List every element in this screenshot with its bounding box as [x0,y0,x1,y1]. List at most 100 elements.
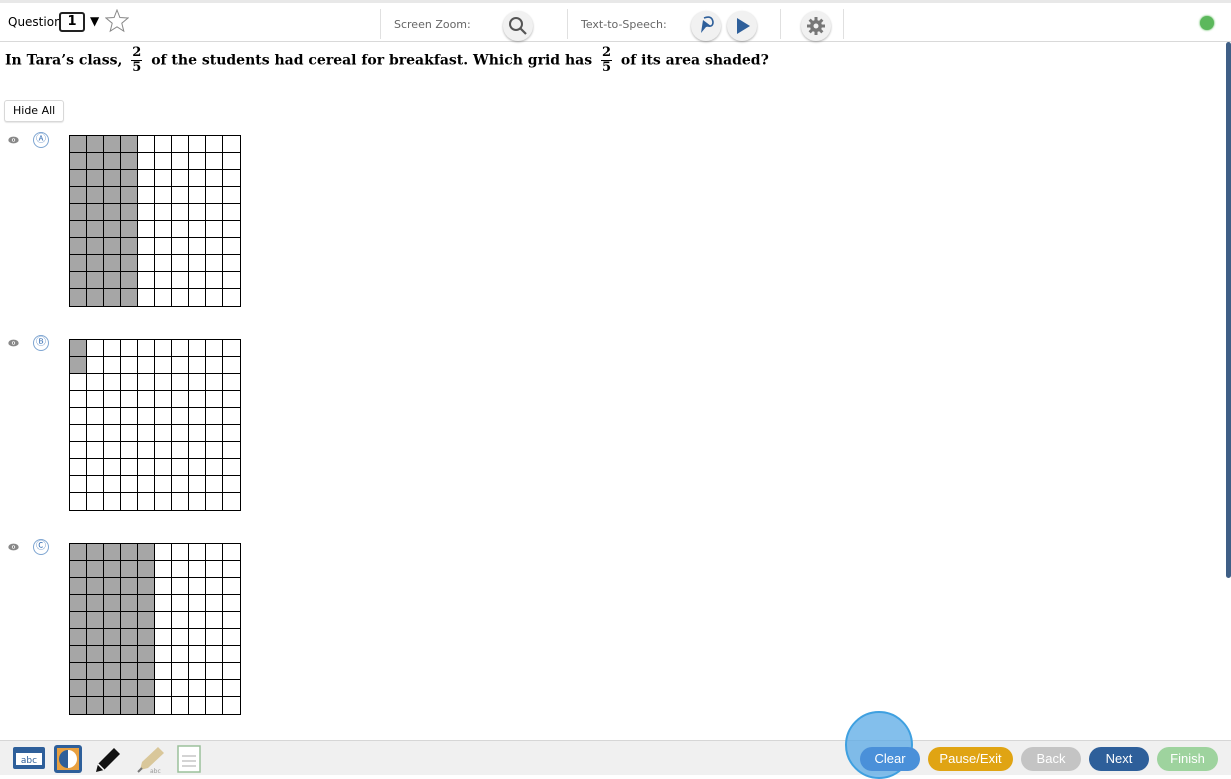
dictionary-abc-icon[interactable]: abc [12,744,46,772]
color-contrast-icon[interactable] [53,744,83,774]
grid-cell [206,595,223,612]
grid-cell [104,459,121,476]
eye-icon[interactable] [8,543,19,551]
grid-cell [206,272,223,289]
grid-cell [223,340,240,357]
grid-cell [70,578,87,595]
grid-cell [87,697,104,714]
option-b-grid[interactable] [69,339,241,511]
finish-button[interactable]: Finish [1157,747,1218,771]
grid-cell [70,442,87,459]
grid-cell [87,680,104,697]
grid-cell [70,221,87,238]
grid-cell [104,408,121,425]
grid-cell [138,136,155,153]
grid-cell [104,187,121,204]
question-label: Question [8,15,62,29]
grid-cell [121,153,138,170]
tts-play-button[interactable] [727,11,757,41]
grid-cell [155,272,172,289]
scrollbar[interactable] [1226,42,1231,578]
fraction-numerator: 2 [131,45,143,61]
grid-cell [189,476,206,493]
tts-select-button[interactable] [691,11,721,41]
top-toolbar: Question 1 ▼ Screen Zoom: Text-to-Speech… [0,0,1231,42]
eye-icon[interactable] [8,339,19,347]
grid-cell [70,595,87,612]
notepad-icon[interactable] [176,744,204,774]
grid-cell [155,374,172,391]
grid-cell [121,476,138,493]
grid-cell [172,272,189,289]
grid-cell [87,272,104,289]
grid-cell [206,238,223,255]
back-button[interactable]: Back [1021,747,1081,771]
grid-cell [87,255,104,272]
hide-all-button[interactable]: Hide All [4,100,65,122]
grid-cell [104,340,121,357]
grid-cell [223,170,240,187]
grid-cell [172,255,189,272]
option-b-letter[interactable]: Ⓑ [33,335,49,351]
grid-cell [70,697,87,714]
zoom-button[interactable] [503,11,533,41]
question-number-box[interactable]: 1 [59,12,85,32]
grid-cell [189,238,206,255]
settings-button[interactable] [801,11,831,41]
grid-cell [189,578,206,595]
grid-cell [206,255,223,272]
grid-cell [70,408,87,425]
question-part-3: of its area shaded? [620,52,769,69]
grid-cell [87,629,104,646]
grid-cell [70,459,87,476]
eye-icon[interactable] [8,136,19,144]
option-a-grid[interactable] [69,135,241,307]
grid-cell [223,357,240,374]
grid-cell [172,221,189,238]
grid-cell [172,629,189,646]
pause-exit-button[interactable]: Pause/Exit [928,747,1013,771]
grid-cell [172,357,189,374]
next-button[interactable]: Next [1089,747,1149,771]
star-icon[interactable] [105,9,129,33]
grid-cell [70,680,87,697]
option-c-grid[interactable] [69,543,241,715]
option-c-letter[interactable]: Ⓒ [33,539,49,555]
grid-cell [87,459,104,476]
highlighter-icon[interactable]: abc [134,744,168,774]
grid-cell [206,408,223,425]
grid-cell [223,255,240,272]
grid-cell [189,561,206,578]
grid-cell [87,408,104,425]
grid-cell [206,646,223,663]
question-dropdown-arrow-icon[interactable]: ▼ [90,14,99,28]
grid-cell [155,357,172,374]
grid-cell [104,663,121,680]
fraction-numerator: 2 [600,45,613,61]
option-a-letter[interactable]: Ⓐ [33,132,49,148]
grid-cell [189,697,206,714]
grid-cell [121,238,138,255]
grid-cell [138,408,155,425]
grid-cell [223,221,240,238]
grid-cell [223,493,240,510]
grid-cell [206,663,223,680]
clear-button[interactable]: Clear [860,747,920,771]
grid-cell [223,238,240,255]
grid-cell [206,629,223,646]
grid-cell [87,646,104,663]
grid-cell [223,561,240,578]
grid-cell [121,170,138,187]
grid-cell [155,476,172,493]
grid-cell [87,425,104,442]
grid-cell [223,391,240,408]
pencil-icon[interactable] [92,744,124,774]
grid-cell [206,187,223,204]
grid-cell [155,204,172,221]
grid-cell [155,238,172,255]
grid-cell [155,612,172,629]
grid-cell [155,493,172,510]
grid-cell [223,272,240,289]
grid-cell [70,136,87,153]
grid-cell [121,442,138,459]
